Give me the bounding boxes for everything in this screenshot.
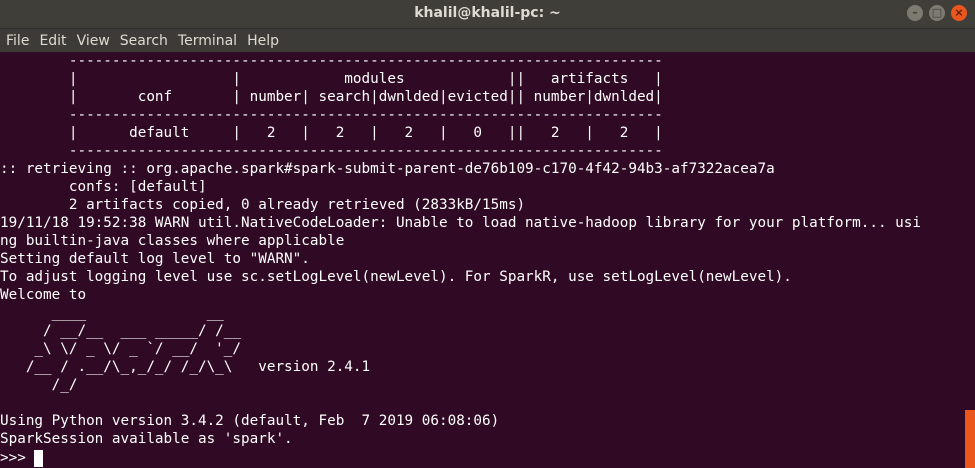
text-cursor [33,449,43,467]
terminal-line: To adjust logging level use sc.setLogLev… [0,269,792,285]
scrollbar[interactable] [965,53,975,468]
title-bar[interactable]: khalil@khalil-pc: ~ – □ × [0,0,975,29]
window-controls: – □ × [907,5,967,21]
terminal-line: confs: [default] [0,179,207,195]
terminal-line: SparkSession available as 'spark'. [0,431,293,447]
scrollbar-thumb[interactable] [965,410,975,468]
menu-edit[interactable]: Edit [34,33,71,49]
terminal-line: | | modules || artifacts | [0,71,663,87]
terminal-line: /__ / .__/\_,_/_/ /_/\_\ version 2.4.1 [0,359,371,375]
menu-file[interactable]: File [0,33,34,49]
menu-bar: File Edit View Search Terminal Help [0,29,975,52]
terminal-line: Setting default log level to "WARN". [0,251,310,267]
terminal-line: ng builtin-java classes where applicable [0,233,345,249]
prompt-line[interactable]: >>> [0,449,43,467]
terminal-line: Using Python version 3.4.2 (default, Feb… [0,413,500,429]
terminal-output: ----------------------------------------… [0,53,921,448]
terminal-line: _\ \/ _ \/ _ `/ __/ '_/ [0,341,242,357]
terminal-line: | default | 2 | 2 | 2 | 0 || 2 | 2 | [0,125,663,141]
terminal-output-area[interactable]: ----------------------------------------… [0,53,965,468]
menu-view[interactable]: View [72,33,115,49]
terminal-line: ----------------------------------------… [0,53,663,69]
terminal-line: :: retrieving :: org.apache.spark#spark-… [0,161,775,177]
close-button[interactable]: × [951,5,967,21]
menu-search[interactable]: Search [115,33,173,49]
terminal-line: ----------------------------------------… [0,143,663,159]
minimize-button[interactable]: – [907,5,923,21]
terminal-line: / __/__ ___ _____/ /__ [0,323,242,339]
terminal-line: | conf | number| search|dwnlded|evicted|… [0,89,663,105]
terminal-line: Welcome to [0,287,87,303]
python-prompt: >>> [0,450,26,466]
maximize-button[interactable]: □ [929,5,945,21]
terminal-line: 2 artifacts copied, 0 already retrieved … [0,197,526,213]
terminal-line: 19/11/18 19:52:38 WARN util.NativeCodeLo… [0,215,921,231]
terminal-line: ____ __ [0,305,224,321]
window-title: khalil@khalil-pc: ~ [414,5,561,21]
terminal-line: ----------------------------------------… [0,107,663,123]
menu-help[interactable]: Help [242,33,284,49]
menu-terminal[interactable]: Terminal [173,33,242,49]
terminal-line: /_/ [0,377,78,393]
terminal-window: khalil@khalil-pc: ~ – □ × File Edit View… [0,0,975,468]
